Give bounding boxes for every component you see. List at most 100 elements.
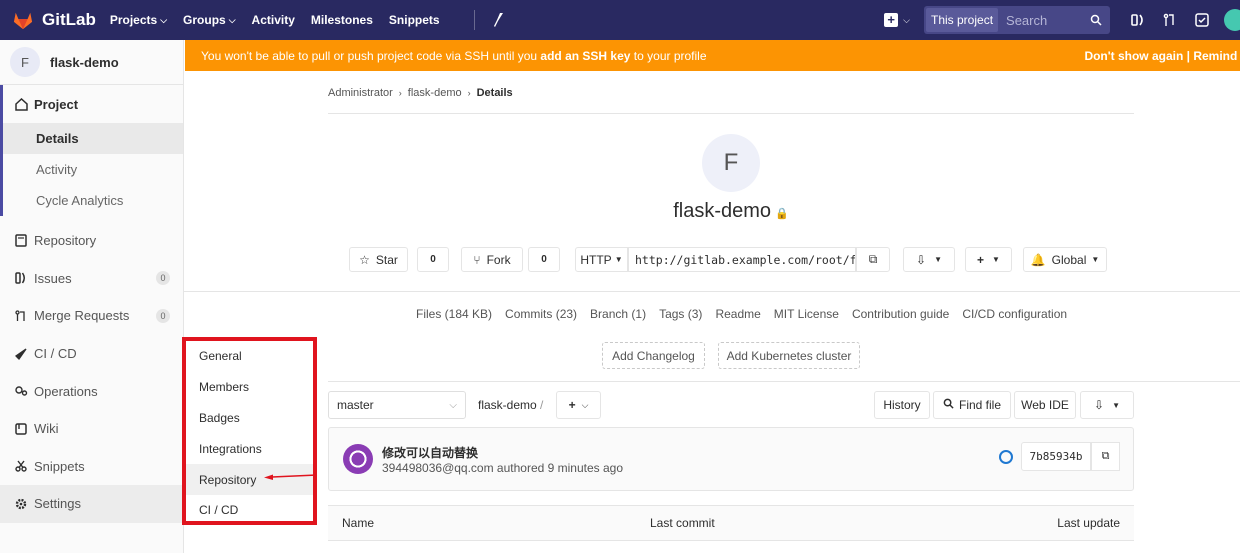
stat-files[interactable]: Files (184 KB) bbox=[416, 307, 492, 321]
sidebar-item-snippets[interactable]: Snippets bbox=[0, 448, 183, 486]
banner-dismiss-links[interactable]: Don't show again | Remind l bbox=[1084, 49, 1240, 63]
commit-title[interactable]: 修改可以自动替换 bbox=[382, 444, 478, 461]
user-avatar[interactable] bbox=[1224, 9, 1240, 31]
history-button[interactable]: History bbox=[874, 391, 930, 419]
nav-milestones[interactable]: Milestones bbox=[311, 13, 373, 27]
todo-icon[interactable] bbox=[1186, 13, 1218, 27]
sidebar-subitem-cycle-analytics[interactable]: Cycle Analytics bbox=[0, 185, 183, 216]
clone-url-input[interactable]: http://gitlab.example.com/root/fl bbox=[628, 247, 856, 272]
sidebar-item-repository[interactable]: Repository bbox=[0, 222, 183, 260]
chevron-right-icon: › bbox=[398, 88, 402, 98]
stat-readme[interactable]: Readme bbox=[715, 307, 760, 321]
column-last-commit: Last commit bbox=[650, 516, 715, 530]
find-file-button[interactable]: Find file bbox=[933, 391, 1011, 419]
sidebar-item-wiki[interactable]: Wiki bbox=[0, 410, 183, 448]
fork-count[interactable]: 0 bbox=[528, 247, 560, 272]
sidebar-item-merge-requests[interactable]: Merge Requests 0 bbox=[0, 297, 183, 335]
stat-contribution-guide[interactable]: Contribution guide bbox=[852, 307, 949, 321]
star-count[interactable]: 0 bbox=[417, 247, 449, 272]
nav-snippets[interactable]: Snippets bbox=[389, 13, 440, 27]
stat-commits[interactable]: Commits (23) bbox=[505, 307, 577, 321]
sidebar-project-group: Project bbox=[0, 85, 183, 123]
clone-protocol-dropdown[interactable]: HTTP ▼ bbox=[575, 247, 628, 272]
divider bbox=[328, 381, 1240, 382]
breadcrumb-current[interactable]: Details bbox=[477, 87, 513, 99]
settings-menu-general[interactable]: General bbox=[186, 341, 313, 372]
admin-wrench-icon[interactable] bbox=[473, 10, 505, 30]
star-button[interactable]: ☆ Star bbox=[349, 247, 408, 272]
copy-url-button[interactable]: ⧉ bbox=[856, 247, 890, 272]
download-dropdown[interactable]: ⇩ ▼ bbox=[903, 247, 955, 272]
protocol-label: HTTP bbox=[580, 252, 612, 267]
commit-author-avatar[interactable] bbox=[343, 444, 373, 474]
sidebar-project-name: flask-demo bbox=[50, 54, 119, 70]
divider bbox=[184, 291, 1240, 292]
caret-down-icon: ▼ bbox=[614, 255, 623, 264]
sidebar-item-label: Operations bbox=[34, 383, 98, 399]
search-scope-badge: This project bbox=[926, 8, 999, 32]
sidebar-item-project[interactable]: Project bbox=[3, 85, 183, 123]
brand-name: GitLab bbox=[42, 10, 96, 29]
fork-label: Fork bbox=[486, 252, 511, 267]
sidebar-item-label: CI / CD bbox=[34, 346, 77, 362]
new-dropdown[interactable]: + ⌵ bbox=[884, 13, 910, 27]
sidebar-subitem-activity[interactable]: Activity bbox=[0, 154, 183, 185]
add-ssh-key-link[interactable]: add an SSH key bbox=[540, 49, 630, 63]
copy-sha-button[interactable]: ⧉ bbox=[1091, 442, 1120, 471]
sidebar-item-operations[interactable]: Operations bbox=[0, 372, 183, 410]
search-input[interactable]: Search bbox=[1006, 13, 1090, 28]
divider bbox=[328, 113, 1134, 114]
settings-menu-members[interactable]: Members bbox=[186, 372, 313, 403]
merge-request-icon[interactable] bbox=[1154, 13, 1186, 27]
download-icon: ⇩ bbox=[916, 252, 927, 267]
stat-branch[interactable]: Branch (1) bbox=[590, 307, 646, 321]
settings-menu-badges[interactable]: Badges bbox=[186, 403, 313, 434]
repository-icon bbox=[14, 234, 28, 248]
add-to-tree-dropdown[interactable]: + ⌵ bbox=[556, 391, 601, 419]
commit-sha[interactable]: 7b85934b bbox=[1021, 442, 1091, 471]
nav-groups[interactable]: Groups ⌵ bbox=[183, 13, 236, 27]
add-changelog-button[interactable]: Add Changelog bbox=[602, 342, 705, 369]
pipeline-status-icon[interactable] bbox=[999, 450, 1013, 464]
sidebar-item-label: Project bbox=[34, 96, 79, 112]
merge-requests-count-badge: 0 bbox=[156, 308, 170, 323]
stat-ci-cd-configuration[interactable]: CI/CD configuration bbox=[962, 307, 1067, 321]
rocket-icon bbox=[14, 348, 28, 360]
project-stats: Files (184 KB) Commits (23) Branch (1) T… bbox=[416, 307, 1080, 321]
search-box[interactable]: This project Search bbox=[924, 6, 1110, 34]
settings-menu-integrations[interactable]: Integrations bbox=[186, 433, 313, 464]
star-label: Star bbox=[375, 252, 398, 267]
nav-activity[interactable]: Activity bbox=[252, 13, 295, 27]
fork-icon: ⑂ bbox=[473, 252, 481, 267]
fork-button[interactable]: ⑂ Fork bbox=[461, 247, 523, 272]
path-separator: / bbox=[540, 398, 544, 412]
annotation-arrow bbox=[264, 474, 318, 480]
sidebar-item-ci-cd[interactable]: CI / CD bbox=[0, 335, 183, 373]
sidebar-item-issues[interactable]: Issues 0 bbox=[0, 260, 183, 298]
star-icon: ☆ bbox=[359, 252, 370, 267]
add-kubernetes-cluster-button[interactable]: Add Kubernetes cluster bbox=[718, 342, 860, 369]
repo-path-name[interactable]: flask-demo bbox=[478, 398, 537, 412]
breadcrumb-administrator[interactable]: Administrator bbox=[328, 87, 393, 99]
project-avatar-large: F bbox=[702, 134, 760, 192]
notification-dropdown[interactable]: 🔔 Global ▼ bbox=[1023, 247, 1107, 272]
repo-download-dropdown[interactable]: ⇩ ▼ bbox=[1080, 391, 1134, 419]
branch-selector[interactable]: master ⌵ bbox=[328, 391, 466, 419]
add-new-dropdown[interactable]: + ▼ bbox=[965, 247, 1012, 272]
stat-tags[interactable]: Tags (3) bbox=[659, 307, 702, 321]
plus-icon: + bbox=[568, 398, 576, 412]
project-sidebar: F flask-demo Project Details Activity Cy… bbox=[0, 40, 184, 553]
gitlab-home-link[interactable]: GitLab bbox=[12, 10, 96, 30]
breadcrumb-project[interactable]: flask-demo bbox=[408, 87, 462, 99]
caret-down-icon: ▼ bbox=[992, 255, 1000, 264]
web-ide-button[interactable]: Web IDE bbox=[1014, 391, 1076, 419]
sidebar-project-header[interactable]: F flask-demo bbox=[0, 40, 183, 85]
sidebar-subitem-details[interactable]: Details bbox=[0, 123, 183, 154]
nav-projects[interactable]: Projects ⌵ bbox=[110, 13, 167, 27]
issues-icon[interactable] bbox=[1122, 13, 1154, 27]
settings-menu-ci-cd[interactable]: CI / CD bbox=[186, 495, 313, 526]
sidebar-item-label: Issues bbox=[34, 270, 72, 286]
stat-license[interactable]: MIT License bbox=[774, 307, 839, 321]
chevron-down-icon: ⌵ bbox=[228, 14, 236, 25]
sidebar-item-settings[interactable]: Settings bbox=[0, 485, 183, 523]
